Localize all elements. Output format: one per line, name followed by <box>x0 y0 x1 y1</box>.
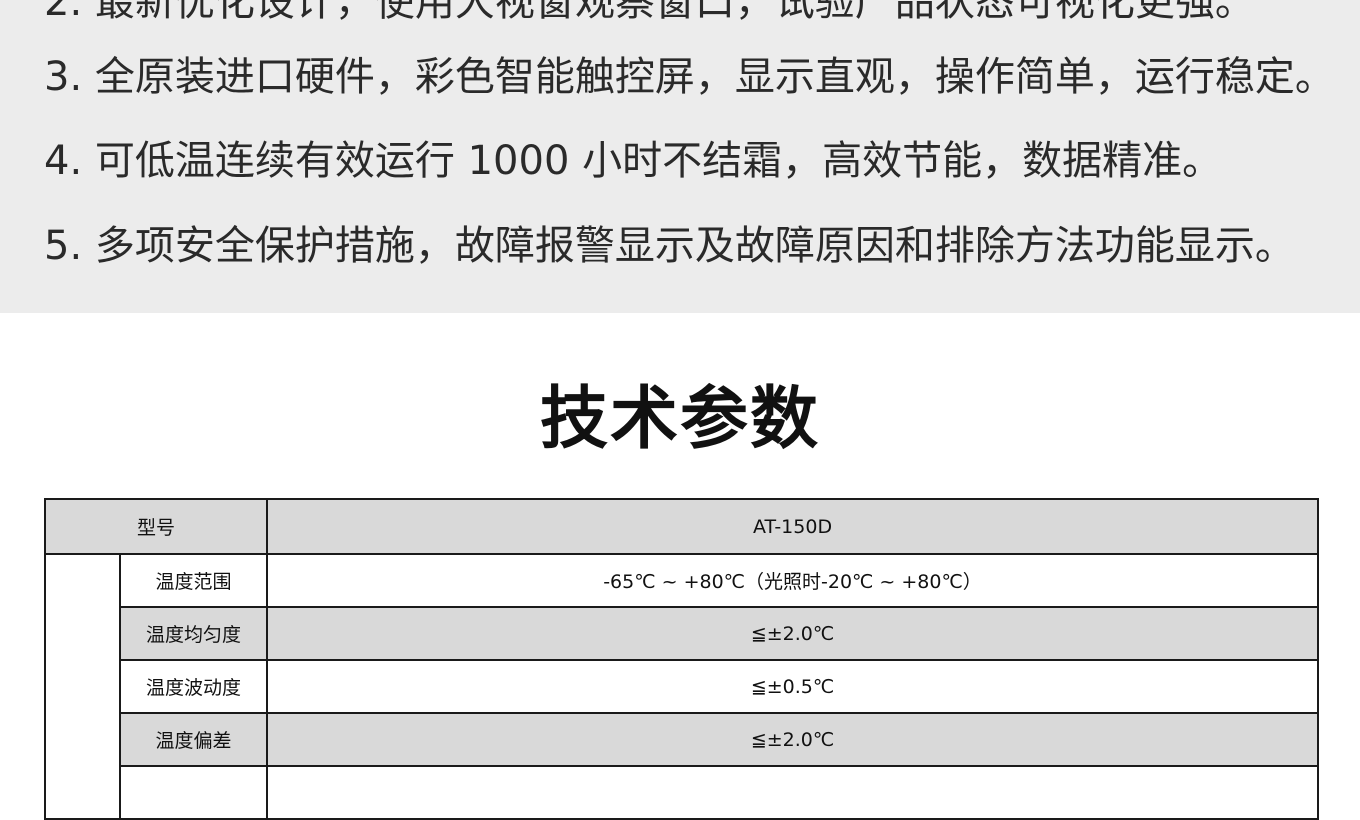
table-row: 温度均匀度 ≦±2.0℃ <box>45 606 1320 661</box>
row-label: 温度均匀度 <box>118 606 269 661</box>
feature-line-3: 3. 全原装进口硬件，彩色智能触控屏，显示直观，操作简单，运行稳定。 <box>44 54 1335 100</box>
row-value: ≦±2.0℃ <box>266 712 1320 767</box>
row-label: 温度波动度 <box>118 659 269 714</box>
table-row-model: 型号 AT-150D <box>43 498 1320 555</box>
row-label: 温度范围 <box>118 553 269 608</box>
table-row: 温度范围 -65℃ ~ +80℃（光照时-20℃ ~ +80℃） <box>44 553 1320 820</box>
features-section: 2. 最新优化设计，使用大视窗观察窗口，试验产品状态可视化更强。 3. 全原装进… <box>0 0 1360 313</box>
feature-line-5: 5. 多项安全保护措施，故障报警显示及故障原因和排除方法功能显示。 <box>44 223 1295 269</box>
row-label: 温度偏差 <box>118 712 269 767</box>
row-value <box>266 765 1320 820</box>
model-value: AT-150D <box>266 498 1320 555</box>
table-row: 温度波动度 ≦±0.5℃ <box>45 659 1320 714</box>
feature-line-4: 4. 可低温连续有效运行 1000 小时不结霜，高效节能，数据精准。 <box>44 138 1223 184</box>
feature-line-2: 2. 最新优化设计，使用大视窗观察窗口，试验产品状态可视化更强。 <box>44 0 1255 25</box>
table-row <box>45 765 1320 820</box>
row-label <box>118 765 269 820</box>
spec-table: 型号 AT-150D 温度范围 -65℃ ~ +80℃（光照时-20℃ ~ +8… <box>43 498 1320 820</box>
table-row: 温度偏差 ≦±2.0℃ <box>45 712 1320 767</box>
model-label: 型号 <box>43 498 269 555</box>
row-value: ≦±2.0℃ <box>266 606 1320 661</box>
row-value: ≦±0.5℃ <box>266 659 1320 714</box>
section-title: 技术参数 <box>539 380 820 459</box>
row-value: -65℃ ~ +80℃（光照时-20℃ ~ +80℃） <box>266 553 1320 608</box>
group-cell <box>44 553 121 820</box>
